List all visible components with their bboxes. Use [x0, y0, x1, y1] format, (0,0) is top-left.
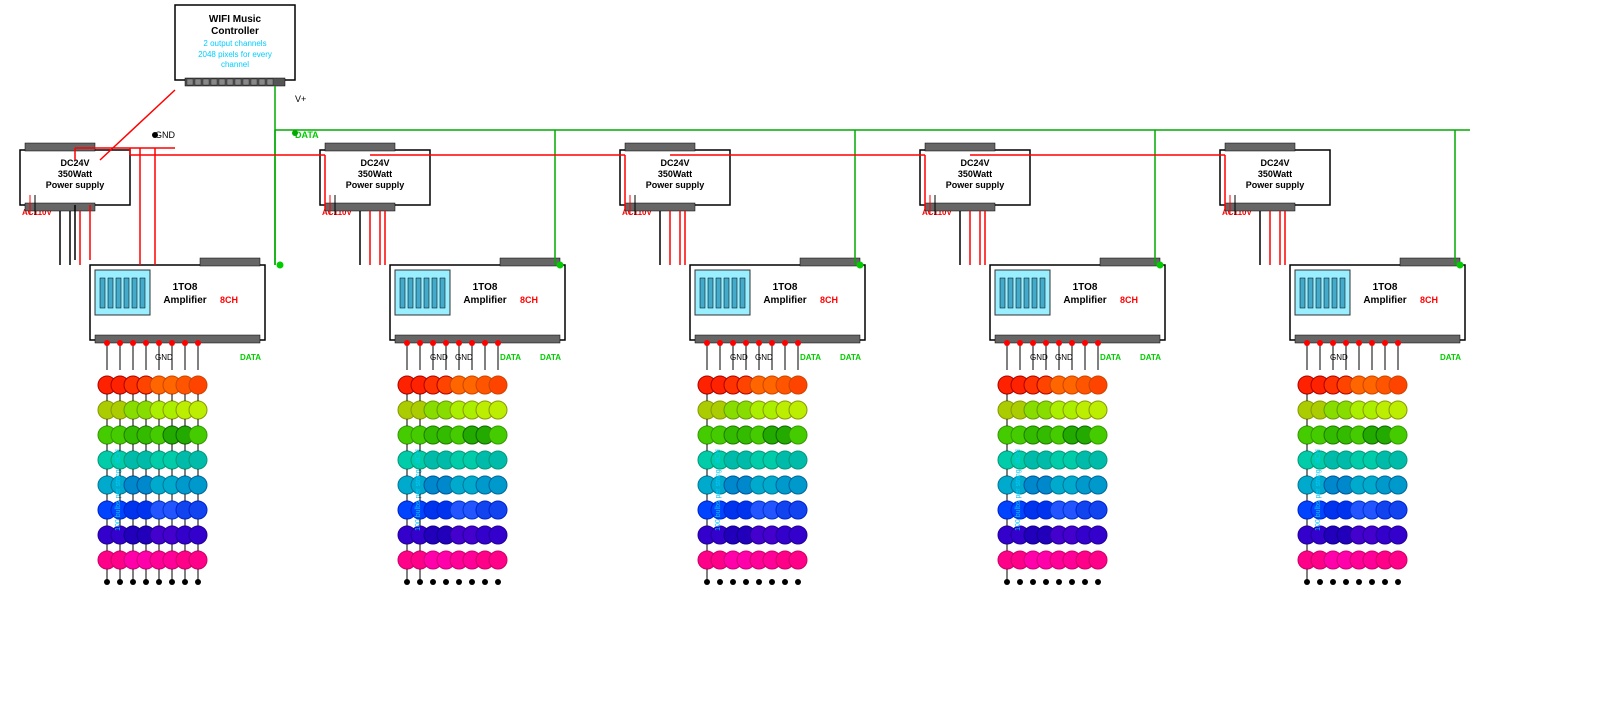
svg-text:100 bulbs per string - 8CH: 100 bulbs per string - 8CH	[1015, 449, 1022, 531]
svg-text:8CH: 8CH	[1420, 295, 1438, 305]
svg-text:100 bulbs per string - 8CH: 100 bulbs per string - 8CH	[115, 449, 122, 531]
svg-text:Amplifier: Amplifier	[163, 295, 206, 306]
svg-text:1TO8: 1TO8	[1373, 282, 1398, 293]
svg-text:350Watt: 350Watt	[58, 169, 92, 179]
svg-text:Amplifier: Amplifier	[463, 295, 506, 306]
svg-text:Power supply: Power supply	[1246, 180, 1305, 190]
svg-text:DATA: DATA	[540, 353, 561, 362]
svg-text:V+: V+	[295, 94, 306, 104]
svg-text:DATA: DATA	[1100, 353, 1121, 362]
svg-text:WIFI Music: WIFI Music	[209, 14, 262, 25]
svg-text:DATA: DATA	[500, 353, 521, 362]
svg-text:350Watt: 350Watt	[958, 169, 992, 179]
svg-text:GND: GND	[455, 353, 473, 362]
svg-text:Power supply: Power supply	[46, 180, 105, 190]
svg-text:DATA: DATA	[1440, 353, 1461, 362]
svg-text:Amplifier: Amplifier	[1363, 295, 1406, 306]
svg-text:DATA: DATA	[240, 353, 261, 362]
svg-text:DATA: DATA	[800, 353, 821, 362]
svg-text:100 bulbs per string - 8CH: 100 bulbs per string - 8CH	[1315, 449, 1322, 531]
svg-text:channel: channel	[221, 60, 249, 69]
svg-text:2 output channels: 2 output channels	[203, 39, 266, 48]
svg-text:DATA: DATA	[840, 353, 861, 362]
svg-text:GND: GND	[1055, 353, 1073, 362]
svg-text:GND: GND	[155, 130, 176, 140]
svg-text:Power supply: Power supply	[346, 180, 405, 190]
svg-text:Power supply: Power supply	[646, 180, 705, 190]
wiring-diagram: WIFI Music Controller 2 output channels …	[0, 0, 1600, 702]
svg-text:100 bulbs per string - 8CH: 100 bulbs per string - 8CH	[415, 449, 422, 531]
svg-text:Amplifier: Amplifier	[763, 295, 806, 306]
svg-text:2048 pixels for every: 2048 pixels for every	[198, 50, 272, 59]
svg-text:GND: GND	[155, 353, 173, 362]
svg-text:1TO8: 1TO8	[773, 282, 798, 293]
svg-text:GND: GND	[755, 353, 773, 362]
svg-text:DATA: DATA	[295, 130, 319, 140]
svg-text:DATA: DATA	[1140, 353, 1161, 362]
svg-text:Power supply: Power supply	[946, 180, 1005, 190]
svg-text:100 bulbs per string - 8CH: 100 bulbs per string - 8CH	[715, 449, 722, 531]
svg-text:350Watt: 350Watt	[358, 169, 392, 179]
diagram-container: WIFI Music Controller 2 output channels …	[0, 0, 1600, 702]
svg-text:DC24V: DC24V	[960, 158, 989, 168]
svg-text:8CH: 8CH	[820, 295, 838, 305]
svg-text:DC24V: DC24V	[1260, 158, 1289, 168]
svg-text:350Watt: 350Watt	[1258, 169, 1292, 179]
svg-text:Amplifier: Amplifier	[1063, 295, 1106, 306]
svg-text:350Watt: 350Watt	[658, 169, 692, 179]
svg-text:1TO8: 1TO8	[173, 282, 198, 293]
svg-text:1TO8: 1TO8	[473, 282, 498, 293]
svg-text:1TO8: 1TO8	[1073, 282, 1098, 293]
svg-text:8CH: 8CH	[220, 295, 238, 305]
svg-text:DC24V: DC24V	[360, 158, 389, 168]
svg-text:Controller: Controller	[211, 26, 259, 37]
svg-text:DC24V: DC24V	[660, 158, 689, 168]
svg-text:8CH: 8CH	[520, 295, 538, 305]
svg-text:8CH: 8CH	[1120, 295, 1138, 305]
